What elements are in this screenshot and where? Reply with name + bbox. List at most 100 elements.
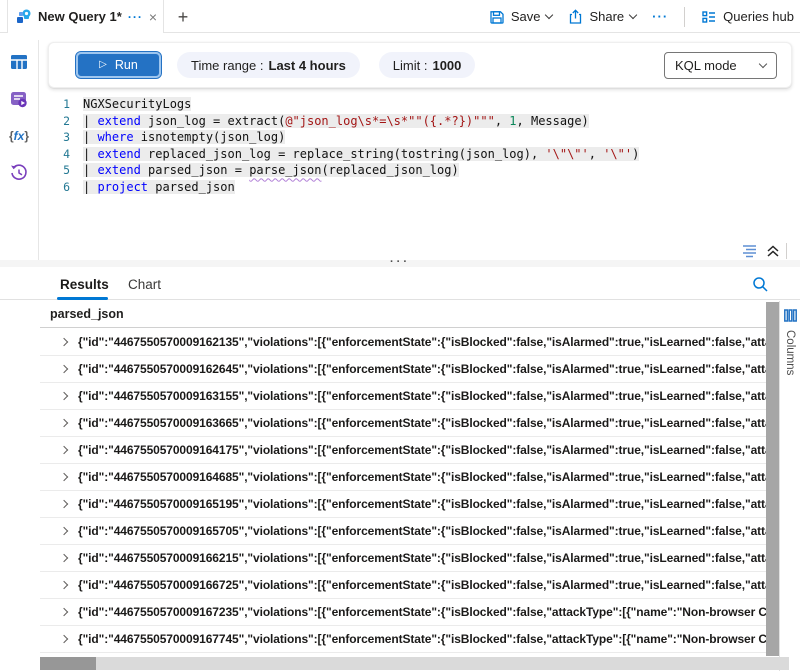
expand-row-chevron-icon[interactable] [60,419,68,427]
horizontal-scrollbar[interactable] [40,657,789,670]
collapse-panel-icon[interactable] [766,244,780,258]
row-json-text: {"id":"4467550570009164685","violations"… [78,470,766,484]
expand-row-chevron-icon[interactable] [60,581,68,589]
code-text: | where isnotempty(json_log) [83,130,285,144]
vertical-scrollbar[interactable] [766,302,779,656]
expand-row-chevron-icon[interactable] [60,527,68,535]
result-row[interactable]: {"id":"4467550570009166215","violations"… [40,545,766,572]
results-tab-bar: Results Chart [0,270,800,300]
code-text: | extend parsed_json = parse_json(replac… [83,163,459,177]
editor-tools-divider [786,243,787,259]
query-toolbar: ▷ Run Time range : Last 4 hours Limit : … [48,42,792,88]
expand-row-chevron-icon[interactable] [60,500,68,508]
expand-row-chevron-icon[interactable] [60,365,68,373]
result-row[interactable]: {"id":"4467550570009162645","violations"… [40,356,766,383]
save-label: Save [511,9,541,24]
tab-close-icon[interactable]: × [149,10,157,24]
columns-side-panel[interactable]: Columns [779,301,800,671]
result-row[interactable]: {"id":"4467550570009167235","violations"… [40,599,766,626]
code-text: | project parsed_json [83,180,235,194]
expand-row-chevron-icon[interactable] [60,392,68,400]
expand-row-chevron-icon[interactable] [60,446,68,454]
new-tab-button[interactable]: + [172,6,194,28]
expand-row-chevron-icon[interactable] [60,473,68,481]
share-label: Share [589,9,624,24]
result-row[interactable]: {"id":"4467550570009166725","violations"… [40,572,766,599]
tables-icon[interactable] [9,52,29,72]
save-button[interactable]: Save [489,9,553,25]
tab-title: New Query 1* [38,9,122,24]
run-button[interactable]: ▷ Run [76,52,161,78]
result-row[interactable]: {"id":"4467550570009167745","violations"… [40,626,766,653]
tab-more-icon[interactable]: ··· [128,10,143,24]
limit-label: Limit : [393,58,428,73]
result-row[interactable]: {"id":"4467550570009165705","violations"… [40,518,766,545]
functions-icon[interactable]: {fx} [9,126,29,146]
expand-row-chevron-icon[interactable] [60,635,68,643]
result-row[interactable]: {"id":"4467550570009165195","violations"… [40,491,766,518]
columns-panel-label: Columns [784,330,796,375]
run-label: Run [115,58,138,72]
query-history-icon[interactable] [9,163,29,183]
results-grid: {"id":"4467550570009162135","violations"… [40,329,766,653]
code-line[interactable]: 2| extend json_log = extract(@"json_log\… [48,113,792,130]
time-range-label: Time range : [191,58,264,73]
save-icon [489,9,505,25]
query-tab[interactable]: New Query 1* ··· × [7,0,164,33]
share-chevron-down-icon [629,11,637,19]
kql-mode-value: KQL mode [675,58,737,73]
row-json-text: {"id":"4467550570009166725","violations"… [78,578,766,592]
search-icon[interactable] [752,276,769,293]
query-editor[interactable]: 1 NGXSecurityLogs 2| extend json_log = ext… [48,96,792,195]
result-row[interactable]: {"id":"4467550570009162135","violations"… [40,329,766,356]
horizontal-scrollbar-thumb[interactable] [40,657,96,670]
tab-results[interactable]: Results [60,277,109,292]
result-row[interactable]: {"id":"4467550570009164685","violations"… [40,464,766,491]
code-line[interactable]: 1 NGXSecurityLogs [48,96,792,113]
rail-separator [38,40,39,266]
line-number: 1 [48,97,70,111]
code-line[interactable]: 4| extend replaced_json_log = replace_st… [48,146,792,163]
tab-bar: New Query 1* ··· × + Save [0,0,800,33]
share-button[interactable]: Share [568,9,636,25]
code-text: NGXSecurityLogs [83,97,191,111]
row-json-text: {"id":"4467550570009165705","violations"… [78,524,766,538]
queries-hub-label: Queries hub [723,9,794,24]
result-row[interactable]: {"id":"4467550570009163665","violations"… [40,410,766,437]
expand-row-chevron-icon[interactable] [60,554,68,562]
row-json-text: {"id":"4467550570009163155","violations"… [78,389,766,403]
adx-app-icon [16,9,32,25]
kql-mode-select[interactable]: KQL mode [664,52,777,79]
queries-hub-icon [701,9,717,25]
expand-row-chevron-icon[interactable] [60,608,68,616]
code-text: | extend json_log = extract(@"json_log\s… [83,114,589,128]
saved-queries-icon[interactable] [9,89,29,109]
more-actions-button[interactable]: ··· [652,9,668,24]
active-tab-indicator [57,297,108,300]
editor-tools [742,243,787,259]
queries-hub-button[interactable]: Queries hub [701,9,794,25]
result-row[interactable]: {"id":"4467550570009164175","violations"… [40,437,766,464]
code-line[interactable]: 5| extend parsed_json = parse_json(repla… [48,162,792,179]
line-number: 6 [48,180,70,194]
limit-value: 1000 [432,58,461,73]
code-line[interactable]: 3| where isnotempty(json_log) [48,129,792,146]
format-query-icon[interactable] [742,244,760,258]
tab-chart[interactable]: Chart [128,277,161,292]
result-row[interactable]: {"id":"4467550570009163155","violations"… [40,383,766,410]
entity-rail: {fx} [0,40,38,183]
row-json-text: {"id":"4467550570009162645","violations"… [78,362,766,376]
row-json-text: {"id":"4467550570009167745","violations"… [78,632,766,646]
column-header-parsed-json[interactable]: parsed_json [40,301,766,328]
expand-row-chevron-icon[interactable] [60,338,68,346]
code-line[interactable]: 6 | project parsed_json [48,179,792,196]
row-json-text: {"id":"4467550570009164175","violations"… [78,443,766,457]
limit-chip[interactable]: Limit : 1000 [379,52,476,78]
columns-icon [784,309,797,322]
fx-letters: fx [14,129,25,143]
panel-splitter[interactable]: ··· [0,260,800,267]
adx-query-window: New Query 1* ··· × + Save [0,0,800,671]
share-icon [568,9,583,25]
time-range-chip[interactable]: Time range : Last 4 hours [177,52,360,78]
kql-mode-chevron-down-icon [759,59,767,67]
